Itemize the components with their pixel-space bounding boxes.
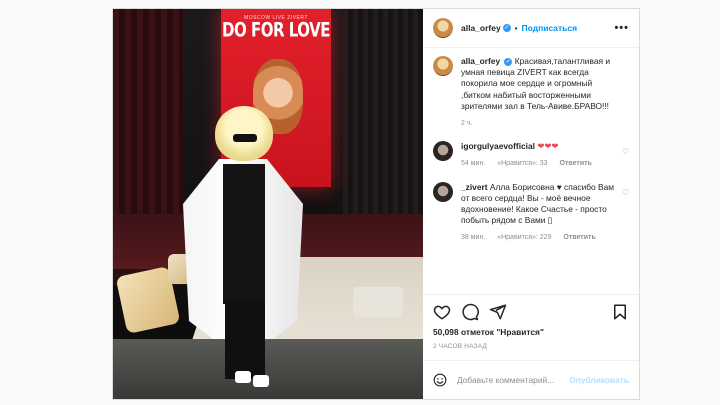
comment-username[interactable]: igorgulyaevofficial [461, 141, 535, 151]
caption: alla_orfey ✓ Красивая,талантливая и умна… [433, 56, 629, 129]
comment-time: 54 мин. [461, 160, 486, 168]
header-username[interactable]: alla_orfey [461, 23, 501, 33]
follow-button[interactable]: Подписаться [522, 23, 578, 33]
emoji-icon[interactable] [433, 373, 447, 387]
comment-body: igorgulyaevofficial ❤❤❤ 54 мин. «Нравитс… [461, 141, 621, 169]
add-comment-bar: Опубликовать [423, 360, 639, 399]
comment-likes[interactable]: «Нравится»: 33 [497, 160, 547, 167]
comment-time: 38 мин. [461, 234, 486, 242]
comment-likes[interactable]: «Нравится»: 229 [497, 234, 551, 241]
caption-meta: 2 ч. [461, 118, 621, 129]
caption-time: 2 ч. [461, 120, 473, 128]
comments-list[interactable]: alla_orfey ✓ Красивая,талантливая и умна… [423, 48, 639, 294]
like-comment-heart-icon[interactable]: ♡ [622, 147, 629, 156]
comment-item: _zivert Алла Борисовна ♥ спасибо Вам от … [433, 181, 629, 244]
post-actions: 50,098 отметок "Нравится" 2 ЧАСОВ НАЗАД [423, 294, 639, 350]
comment-item: igorgulyaevofficial ❤❤❤ 54 мин. «Нравитс… [433, 141, 629, 169]
caption-body: alla_orfey ✓ Красивая,талантливая и умна… [461, 56, 621, 129]
separator-dot: • [514, 23, 518, 33]
shoe [253, 375, 269, 387]
comment-meta: 54 мин. «Нравится»: 33 Ответить [461, 158, 621, 169]
verified-badge-icon: ✓ [504, 57, 513, 66]
post-modal: MOSCOW LIVE ZIVERT DO FOR LOVE alla_orfe… [112, 8, 640, 400]
bookmark-icon[interactable] [611, 303, 629, 321]
avatar[interactable] [433, 181, 453, 202]
comment-meta: 38 мин. «Нравится»: 229 Ответить [461, 232, 621, 243]
avatar[interactable] [433, 56, 453, 76]
chair [353, 287, 403, 317]
curtain-left [113, 9, 183, 229]
publish-button[interactable]: Опубликовать [569, 375, 629, 385]
person-outfit [223, 164, 265, 304]
comment-body: _zivert Алла Борисовна ♥ спасибо Вам от … [461, 182, 621, 244]
avatar[interactable] [433, 141, 453, 162]
post-photo[interactable]: MOSCOW LIVE ZIVERT DO FOR LOVE [113, 9, 423, 399]
caption-username[interactable]: alla_orfey [461, 56, 500, 66]
comment-icon[interactable] [461, 303, 479, 321]
more-options-icon[interactable]: ••• [614, 22, 629, 34]
reply-button[interactable]: Ответить [560, 160, 592, 167]
like-comment-heart-icon[interactable]: ♡ [622, 188, 629, 197]
reply-button[interactable]: Ответить [563, 234, 595, 241]
action-icons [433, 301, 629, 323]
comment-text: ❤❤❤ [537, 141, 559, 152]
screen-big-text: DO FOR LOVE [222, 18, 330, 42]
person-glasses [233, 134, 257, 142]
post-timestamp: 2 ЧАСОВ НАЗАД [433, 343, 488, 350]
post-side-panel: alla_orfey ✓ • Подписаться ••• alla_orfe… [423, 9, 639, 399]
share-icon[interactable] [489, 303, 507, 321]
comment-username[interactable]: _zivert [461, 182, 488, 192]
person-legs [225, 299, 265, 379]
floor [113, 339, 423, 399]
avatar[interactable] [433, 18, 453, 38]
shoe [235, 371, 251, 383]
post-header: alla_orfey ✓ • Подписаться ••• [423, 9, 639, 48]
likes-count[interactable]: 50,098 отметок "Нравится" [433, 327, 629, 337]
like-heart-icon[interactable] [433, 303, 451, 321]
comment-input[interactable] [455, 374, 559, 386]
verified-badge-icon: ✓ [502, 24, 511, 32]
curtain-right [343, 9, 423, 239]
